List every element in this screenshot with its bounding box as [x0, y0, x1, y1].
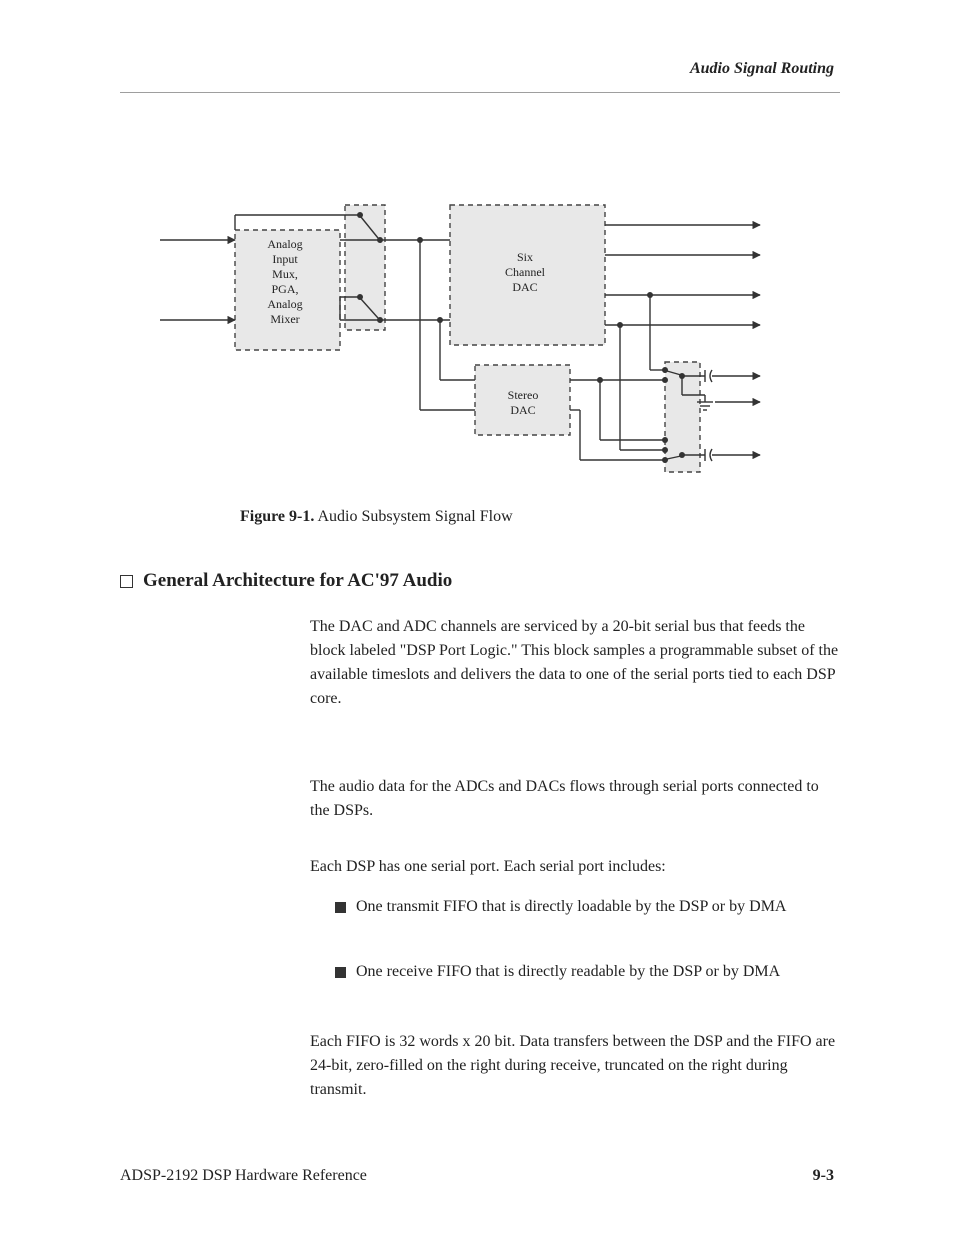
page: Audio Signal Routing .wire { stroke:#333… [0, 0, 954, 1235]
figure-number: Figure 9-1. [240, 508, 314, 525]
footer-left: ADSP-2192 DSP Hardware Reference [120, 1167, 367, 1185]
figure-caption: Figure 9-1. Audio Subsystem Signal Flow [240, 505, 513, 529]
bullet-2-text: One receive FIFO that is directly readab… [356, 963, 780, 980]
section-p3: Each DSP has one serial port. Each seria… [310, 855, 840, 879]
label-dac1: SixChannelDAC [460, 250, 590, 295]
bullet-icon [335, 967, 346, 978]
bullet-2: One receive FIFO that is directly readab… [335, 960, 840, 984]
bullet-1: One transmit FIFO that is directly loada… [335, 895, 840, 919]
section-intro: The DAC and ADC channels are serviced by… [310, 615, 840, 711]
section-title-text: General Architecture for AC'97 Audio [143, 570, 452, 591]
section-p4: Each FIFO is 32 words x 20 bit. Data tra… [310, 1030, 840, 1102]
page-number: 9-3 [813, 1167, 834, 1185]
section-title: General Architecture for AC'97 Audio [120, 570, 452, 592]
running-head: Audio Signal Routing [690, 60, 834, 78]
figure-caption-text: Audio Subsystem Signal Flow [317, 508, 512, 525]
figure-diagram: .wire { stroke:#333; stroke-width:1.4; f… [120, 180, 840, 510]
label-dac2: StereoDAC [483, 388, 563, 418]
header-rule [120, 92, 840, 93]
bullet-1-text: One transmit FIFO that is directly loada… [356, 898, 786, 915]
label-mux-block: AnalogInputMux,PGA,AnalogMixer [240, 237, 330, 327]
bullet-icon [335, 902, 346, 913]
section-p2: The audio data for the ADCs and DACs flo… [310, 775, 840, 823]
square-bullet-icon [120, 575, 133, 588]
